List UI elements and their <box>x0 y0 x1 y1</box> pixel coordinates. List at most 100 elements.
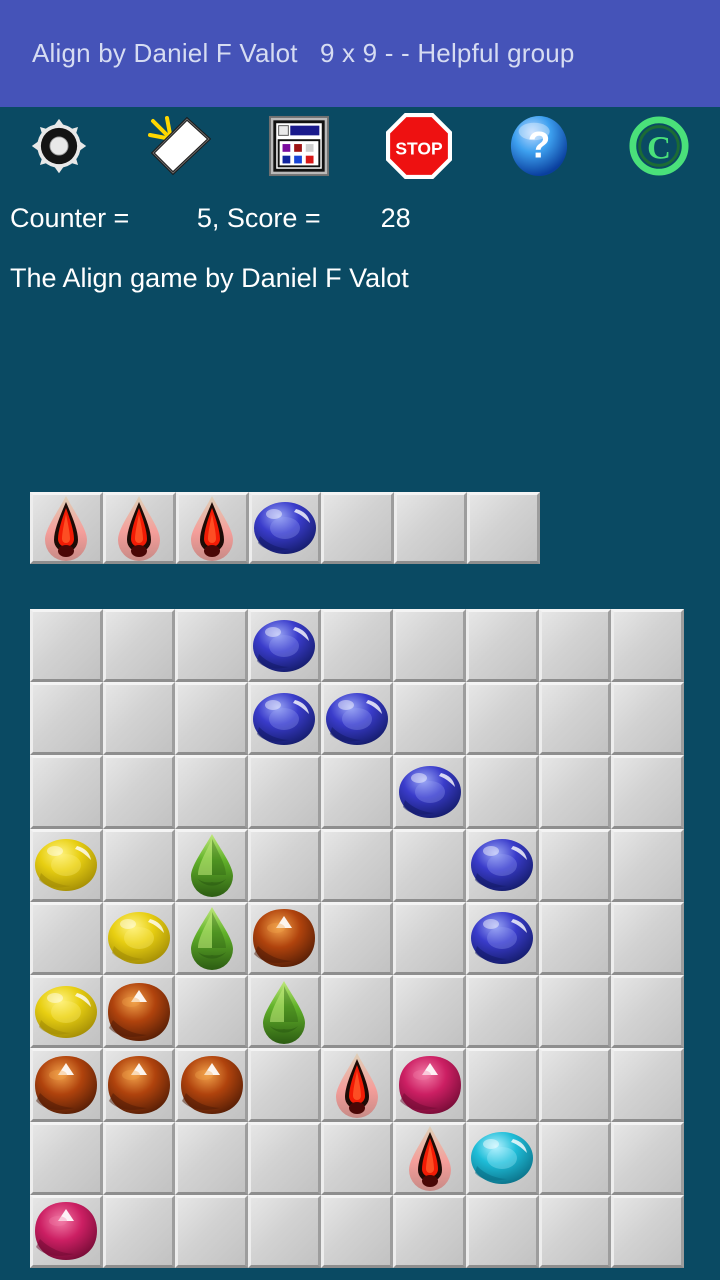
board-cell[interactable] <box>611 1121 684 1195</box>
board-cell[interactable] <box>30 682 103 756</box>
board-cell[interactable] <box>393 609 466 683</box>
board-cell[interactable] <box>611 1048 684 1122</box>
board-cell[interactable] <box>102 609 176 683</box>
board-cell[interactable] <box>320 1194 394 1268</box>
board-cell[interactable] <box>30 1121 103 1195</box>
board-cell[interactable] <box>538 755 612 829</box>
board-cell[interactable] <box>102 755 176 829</box>
board-cell[interactable] <box>320 1121 394 1195</box>
board-cell[interactable] <box>538 1194 612 1268</box>
copyright-icon[interactable]: C <box>618 111 700 181</box>
board-cell[interactable] <box>538 1121 612 1195</box>
gear-icon[interactable] <box>18 111 100 181</box>
board-cell[interactable] <box>30 1194 103 1268</box>
board-cell[interactable] <box>102 901 176 976</box>
board-cell[interactable] <box>611 828 684 902</box>
board-cell[interactable] <box>465 755 539 829</box>
board-cell[interactable] <box>320 609 394 683</box>
board-cell[interactable] <box>175 975 248 1049</box>
gem-yellow[interactable] <box>106 905 173 972</box>
board-cell[interactable] <box>611 755 684 829</box>
gem-green[interactable] <box>178 832 245 899</box>
board-cell[interactable] <box>538 901 612 976</box>
stop-icon[interactable]: STOP <box>378 111 460 181</box>
board-cell[interactable] <box>393 755 466 829</box>
board-cell[interactable] <box>30 828 103 902</box>
board-cell[interactable] <box>247 901 321 976</box>
board-cell[interactable] <box>465 1048 539 1122</box>
board-cell[interactable] <box>320 1048 394 1122</box>
gem-yellow[interactable] <box>33 978 100 1045</box>
gem-brown[interactable] <box>178 1051 245 1118</box>
board-cell[interactable] <box>102 682 176 756</box>
gem-red[interactable] <box>396 1125 463 1192</box>
gem-pink[interactable] <box>396 1051 463 1118</box>
board-cell[interactable] <box>320 755 394 829</box>
board-cell[interactable] <box>465 682 539 756</box>
board-cell[interactable] <box>247 609 321 683</box>
gem-blue[interactable] <box>396 758 463 825</box>
board-cell[interactable] <box>538 828 612 902</box>
board-cell[interactable] <box>175 1194 248 1268</box>
board-cell[interactable] <box>320 901 394 976</box>
gem-yellow[interactable] <box>33 832 100 899</box>
gem-brown[interactable] <box>33 1051 100 1118</box>
gem-cyan[interactable] <box>469 1125 536 1192</box>
new-game-icon[interactable] <box>138 111 220 181</box>
board-cell[interactable] <box>465 1194 539 1268</box>
board-cell[interactable] <box>393 975 466 1049</box>
board-cell[interactable] <box>247 682 321 756</box>
board-cell[interactable] <box>175 828 248 902</box>
gem-brown[interactable] <box>106 978 173 1045</box>
board-cell[interactable] <box>465 1121 539 1195</box>
board-cell[interactable] <box>30 755 103 829</box>
board-cell[interactable] <box>30 975 103 1049</box>
gem-blue[interactable] <box>251 685 318 752</box>
gem-red[interactable] <box>324 1051 391 1118</box>
board-cell[interactable] <box>175 901 248 976</box>
board-cell[interactable] <box>102 1194 176 1268</box>
board-cell[interactable] <box>247 1194 321 1268</box>
board-cell[interactable] <box>393 682 466 756</box>
help-icon[interactable]: ? <box>498 111 580 181</box>
board-cell[interactable] <box>393 1194 466 1268</box>
board-cell[interactable] <box>320 682 394 756</box>
board-cell[interactable] <box>247 755 321 829</box>
board-cell[interactable] <box>247 828 321 902</box>
board-cell[interactable] <box>465 901 539 976</box>
board-cell[interactable] <box>30 609 103 683</box>
board-cell[interactable] <box>247 1121 321 1195</box>
gem-blue[interactable] <box>251 612 318 679</box>
gem-brown[interactable] <box>251 905 318 972</box>
gem-green[interactable] <box>178 905 245 972</box>
gem-pink[interactable] <box>33 1198 100 1265</box>
board-cell[interactable] <box>175 1121 248 1195</box>
board-cell[interactable] <box>538 609 612 683</box>
board-cell[interactable] <box>611 901 684 976</box>
gem-blue[interactable] <box>324 685 391 752</box>
board-cell[interactable] <box>465 609 539 683</box>
board-cell[interactable] <box>175 755 248 829</box>
game-board[interactable] <box>30 609 684 1268</box>
board-cell[interactable] <box>175 682 248 756</box>
board-cell[interactable] <box>30 901 103 976</box>
board-cell[interactable] <box>393 1121 466 1195</box>
board-cell[interactable] <box>247 1048 321 1122</box>
board-cell[interactable] <box>102 1048 176 1122</box>
board-cell[interactable] <box>175 1048 248 1122</box>
board-cell[interactable] <box>320 975 394 1049</box>
board-cell[interactable] <box>611 682 684 756</box>
board-cell[interactable] <box>611 975 684 1049</box>
board-cell[interactable] <box>465 975 539 1049</box>
board-cell[interactable] <box>538 975 612 1049</box>
board-cell[interactable] <box>175 609 248 683</box>
scores-icon[interactable] <box>258 111 340 181</box>
board-cell[interactable] <box>102 975 176 1049</box>
board-cell[interactable] <box>102 1121 176 1195</box>
board-cell[interactable] <box>393 828 466 902</box>
gem-blue[interactable] <box>469 905 536 972</box>
board-cell[interactable] <box>30 1048 103 1122</box>
board-cell[interactable] <box>320 828 394 902</box>
gem-green[interactable] <box>251 978 318 1045</box>
board-cell[interactable] <box>393 1048 466 1122</box>
